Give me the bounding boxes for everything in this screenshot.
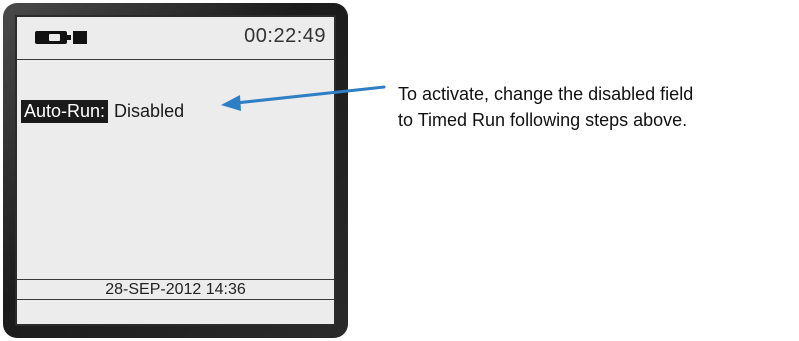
callout-line-2: to Timed Run following steps above. (398, 110, 688, 130)
callout-text: To activate, change the disabled field t… (398, 81, 798, 133)
device-screen: 00:22:49 Auto-Run: Disabled 28-SEP-2012 … (15, 15, 336, 326)
footer-datetime: 28-SEP-2012 14:36 (105, 281, 246, 298)
status-divider (17, 59, 334, 60)
status-bar: 00:22:49 (17, 17, 334, 57)
auto-run-field[interactable]: Auto-Run: Disabled (21, 99, 184, 123)
square-indicator-icon (73, 31, 87, 44)
footer-divider-top (17, 279, 334, 280)
battery-level (49, 34, 60, 41)
auto-run-value[interactable]: Disabled (114, 101, 184, 122)
device-bezel: 00:22:49 Auto-Run: Disabled 28-SEP-2012 … (3, 3, 348, 338)
status-clock: 00:22:49 (244, 25, 326, 47)
callout-line-1: To activate, change the disabled field (398, 84, 694, 104)
battery-icon (35, 31, 71, 44)
footer-divider-bottom (17, 299, 334, 300)
auto-run-label[interactable]: Auto-Run: (21, 99, 109, 123)
battery-tip (67, 35, 71, 40)
